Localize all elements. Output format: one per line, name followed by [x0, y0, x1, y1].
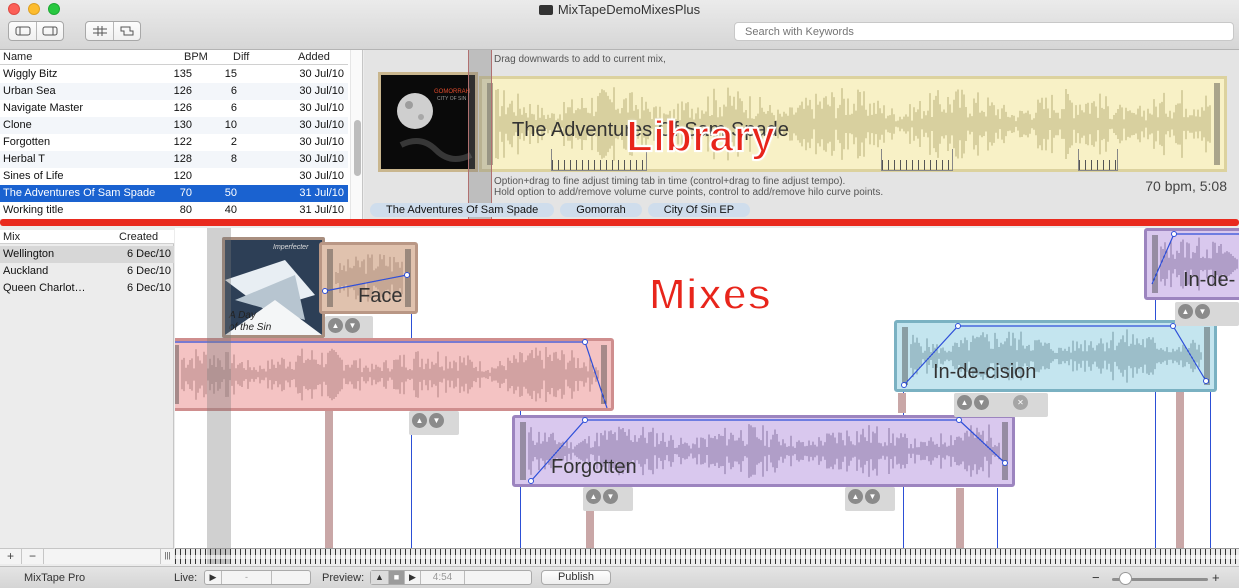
forgotten-volume-curve — [530, 419, 1006, 482]
preview-time: 4:54 — [421, 571, 465, 584]
column-header-added[interactable]: Added — [298, 51, 330, 63]
mix-row-selected[interactable]: Wellington 6 Dec/10 — [0, 246, 174, 263]
publish-button[interactable]: Publish — [541, 570, 611, 585]
mix-row[interactable]: Auckland 6 Dec/10 — [0, 263, 174, 280]
library-overlay-label: Library — [625, 111, 776, 162]
volume-point[interactable] — [528, 478, 534, 484]
document-icon — [538, 5, 553, 15]
face-volume-curve — [324, 274, 408, 292]
bpm-duration: 70 bpm, 5:08 — [1145, 178, 1227, 194]
volume-point[interactable] — [956, 417, 962, 423]
in-de-cision-volume-curve — [903, 325, 1207, 386]
library-row[interactable]: Wiggly Bitz 135 15 30 Jul/10 — [0, 66, 348, 83]
library-playhead[interactable] — [468, 50, 492, 219]
timeline-ruler[interactable] — [175, 548, 1239, 564]
volume-point[interactable] — [1171, 231, 1177, 237]
show-left-panel-button[interactable] — [9, 22, 36, 40]
live-play-icon[interactable]: ▶ — [205, 571, 222, 584]
zoom-in-icon[interactable]: + — [1212, 570, 1220, 585]
edit-hints: Option+drag to fine adjust timing tab in… — [494, 176, 884, 198]
live-controls: ▶ - — [204, 570, 311, 585]
library-table: Name BPM Diff Added Wiggly Bitz 135 15 30 J… — [0, 50, 363, 219]
volume-point[interactable] — [582, 417, 588, 423]
add-mix-button[interactable]: + — [0, 549, 22, 564]
status-bar: MixTape Pro Live: ▶ - Preview: ▲ ■ ▶ 4:5… — [0, 566, 1239, 588]
library-row[interactable]: Navigate Master 126 6 30 Jul/10 — [0, 100, 348, 117]
volume-point[interactable] — [582, 339, 588, 345]
preview-controls: ▲ ■ ▶ 4:54 — [370, 570, 532, 585]
view-toggle-group — [8, 21, 64, 41]
preview-stop-icon[interactable]: ■ — [389, 571, 405, 584]
library-row[interactable]: Clone 130 10 30 Jul/10 — [0, 117, 348, 134]
preview-label: Preview: — [322, 572, 365, 584]
mix-timeline[interactable]: Imperfecter A Day of the Sin Face ▲ ▼ ▲ ▼ … — [175, 228, 1239, 548]
in-de-partial-volume-curve — [1151, 233, 1239, 285]
timing-tab[interactable] — [881, 149, 953, 171]
library-row[interactable]: Working title 80 40 31 Jul/10 — [0, 202, 348, 219]
layout-toggle-group — [85, 21, 141, 41]
window-title: MixTapeDemoMixesPlus — [0, 2, 1239, 17]
volume-point[interactable] — [404, 272, 410, 278]
track-tag-chips: The Adventures Of Sam Spade Gomorrah Cit… — [370, 203, 751, 217]
split-tracks-icon — [92, 26, 107, 36]
remove-mix-button[interactable]: − — [22, 549, 44, 564]
column-header-name[interactable]: Name — [3, 51, 32, 63]
preview-eject-icon[interactable]: ▲ — [371, 571, 389, 584]
column-header-created[interactable]: Created — [119, 231, 158, 243]
zoom-slider-knob[interactable] — [1118, 572, 1132, 585]
left-panel-icon — [15, 26, 30, 36]
library-scrollbar[interactable] — [350, 50, 362, 219]
library-row-selected[interactable]: The Adventures Of Sam Spade 70 50 31 Jul/10 — [0, 185, 348, 202]
volume-point[interactable] — [322, 288, 328, 294]
mix-list-buttons: + − ||| — [0, 548, 174, 564]
chip-track[interactable]: The Adventures Of Sam Spade — [370, 203, 555, 217]
column-header-mix[interactable]: Mix — [3, 231, 20, 243]
library-table-header: Name BPM Diff Added — [0, 50, 348, 65]
volume-point[interactable] — [955, 323, 961, 329]
chip-album[interactable]: City Of Sin EP — [647, 203, 751, 217]
artwork-subtitle: CITY OF SIN — [437, 96, 467, 102]
mix-list-button-spacer — [44, 549, 160, 564]
library-detail-panel: Drag downwards to add to current mix, GO… — [364, 50, 1239, 219]
column-header-diff[interactable]: Diff — [233, 51, 249, 63]
artwork-title: GOMORRAH — [434, 89, 470, 95]
mix-playhead[interactable] — [207, 228, 231, 564]
album-artwork[interactable]: GOMORRAH CITY OF SIN — [378, 72, 478, 172]
split-horizontal-button[interactable] — [86, 22, 113, 40]
mix-table-header: Mix Created — [0, 230, 174, 244]
chip-artist[interactable]: Gomorrah — [560, 203, 642, 217]
preview-play-icon[interactable]: ▶ — [405, 571, 421, 584]
drag-hint: Drag downwards to add to current mix, — [494, 54, 666, 65]
resize-handle-icon[interactable]: ||| — [160, 549, 174, 564]
library-row[interactable]: Herbal T 128 8 30 Jul/10 — [0, 151, 348, 168]
live-position: - — [222, 571, 272, 584]
library-row[interactable]: Forgotten 122 2 30 Jul/10 — [0, 134, 348, 151]
sam-spade-volume-curve — [175, 341, 608, 409]
library-row[interactable]: Urban Sea 126 6 30 Jul/10 — [0, 83, 348, 100]
column-header-bpm[interactable]: BPM — [184, 51, 208, 63]
live-label: Live: — [174, 572, 198, 584]
mix-table: Mix Created Wellington 6 Dec/10 Auckland 6… — [0, 230, 174, 548]
titlebar-toolbar: MixTapeDemoMixesPlus — [0, 0, 1239, 50]
app-window: MixTapeDemoMixesPlus Name BPM Diff Added — [0, 0, 1239, 588]
section-divider[interactable] — [0, 219, 1239, 226]
library-scrollbar-thumb[interactable] — [354, 120, 361, 176]
split-vertical-button[interactable] — [113, 22, 140, 40]
right-panel-icon — [42, 26, 58, 36]
volume-point[interactable] — [1002, 460, 1008, 466]
live-spacer — [272, 571, 310, 584]
zoom-out-icon[interactable]: − — [1092, 570, 1100, 585]
mix-row[interactable]: Queen Charlot… 6 Dec/10 — [0, 280, 174, 297]
stacked-tracks-icon — [120, 26, 134, 36]
app-name: MixTape Pro — [24, 572, 86, 584]
preview-spacer — [465, 571, 531, 584]
mixes-overlay-label: Mixes — [648, 269, 772, 320]
volume-point[interactable] — [1170, 323, 1176, 329]
search-input[interactable] — [734, 22, 1234, 41]
library-row[interactable]: Sines of Life 120 30 Jul/10 — [0, 168, 348, 185]
volume-point[interactable] — [901, 382, 907, 388]
volume-point[interactable] — [1203, 378, 1209, 384]
timing-tab[interactable] — [1078, 149, 1118, 171]
show-right-panel-button[interactable] — [36, 22, 63, 40]
